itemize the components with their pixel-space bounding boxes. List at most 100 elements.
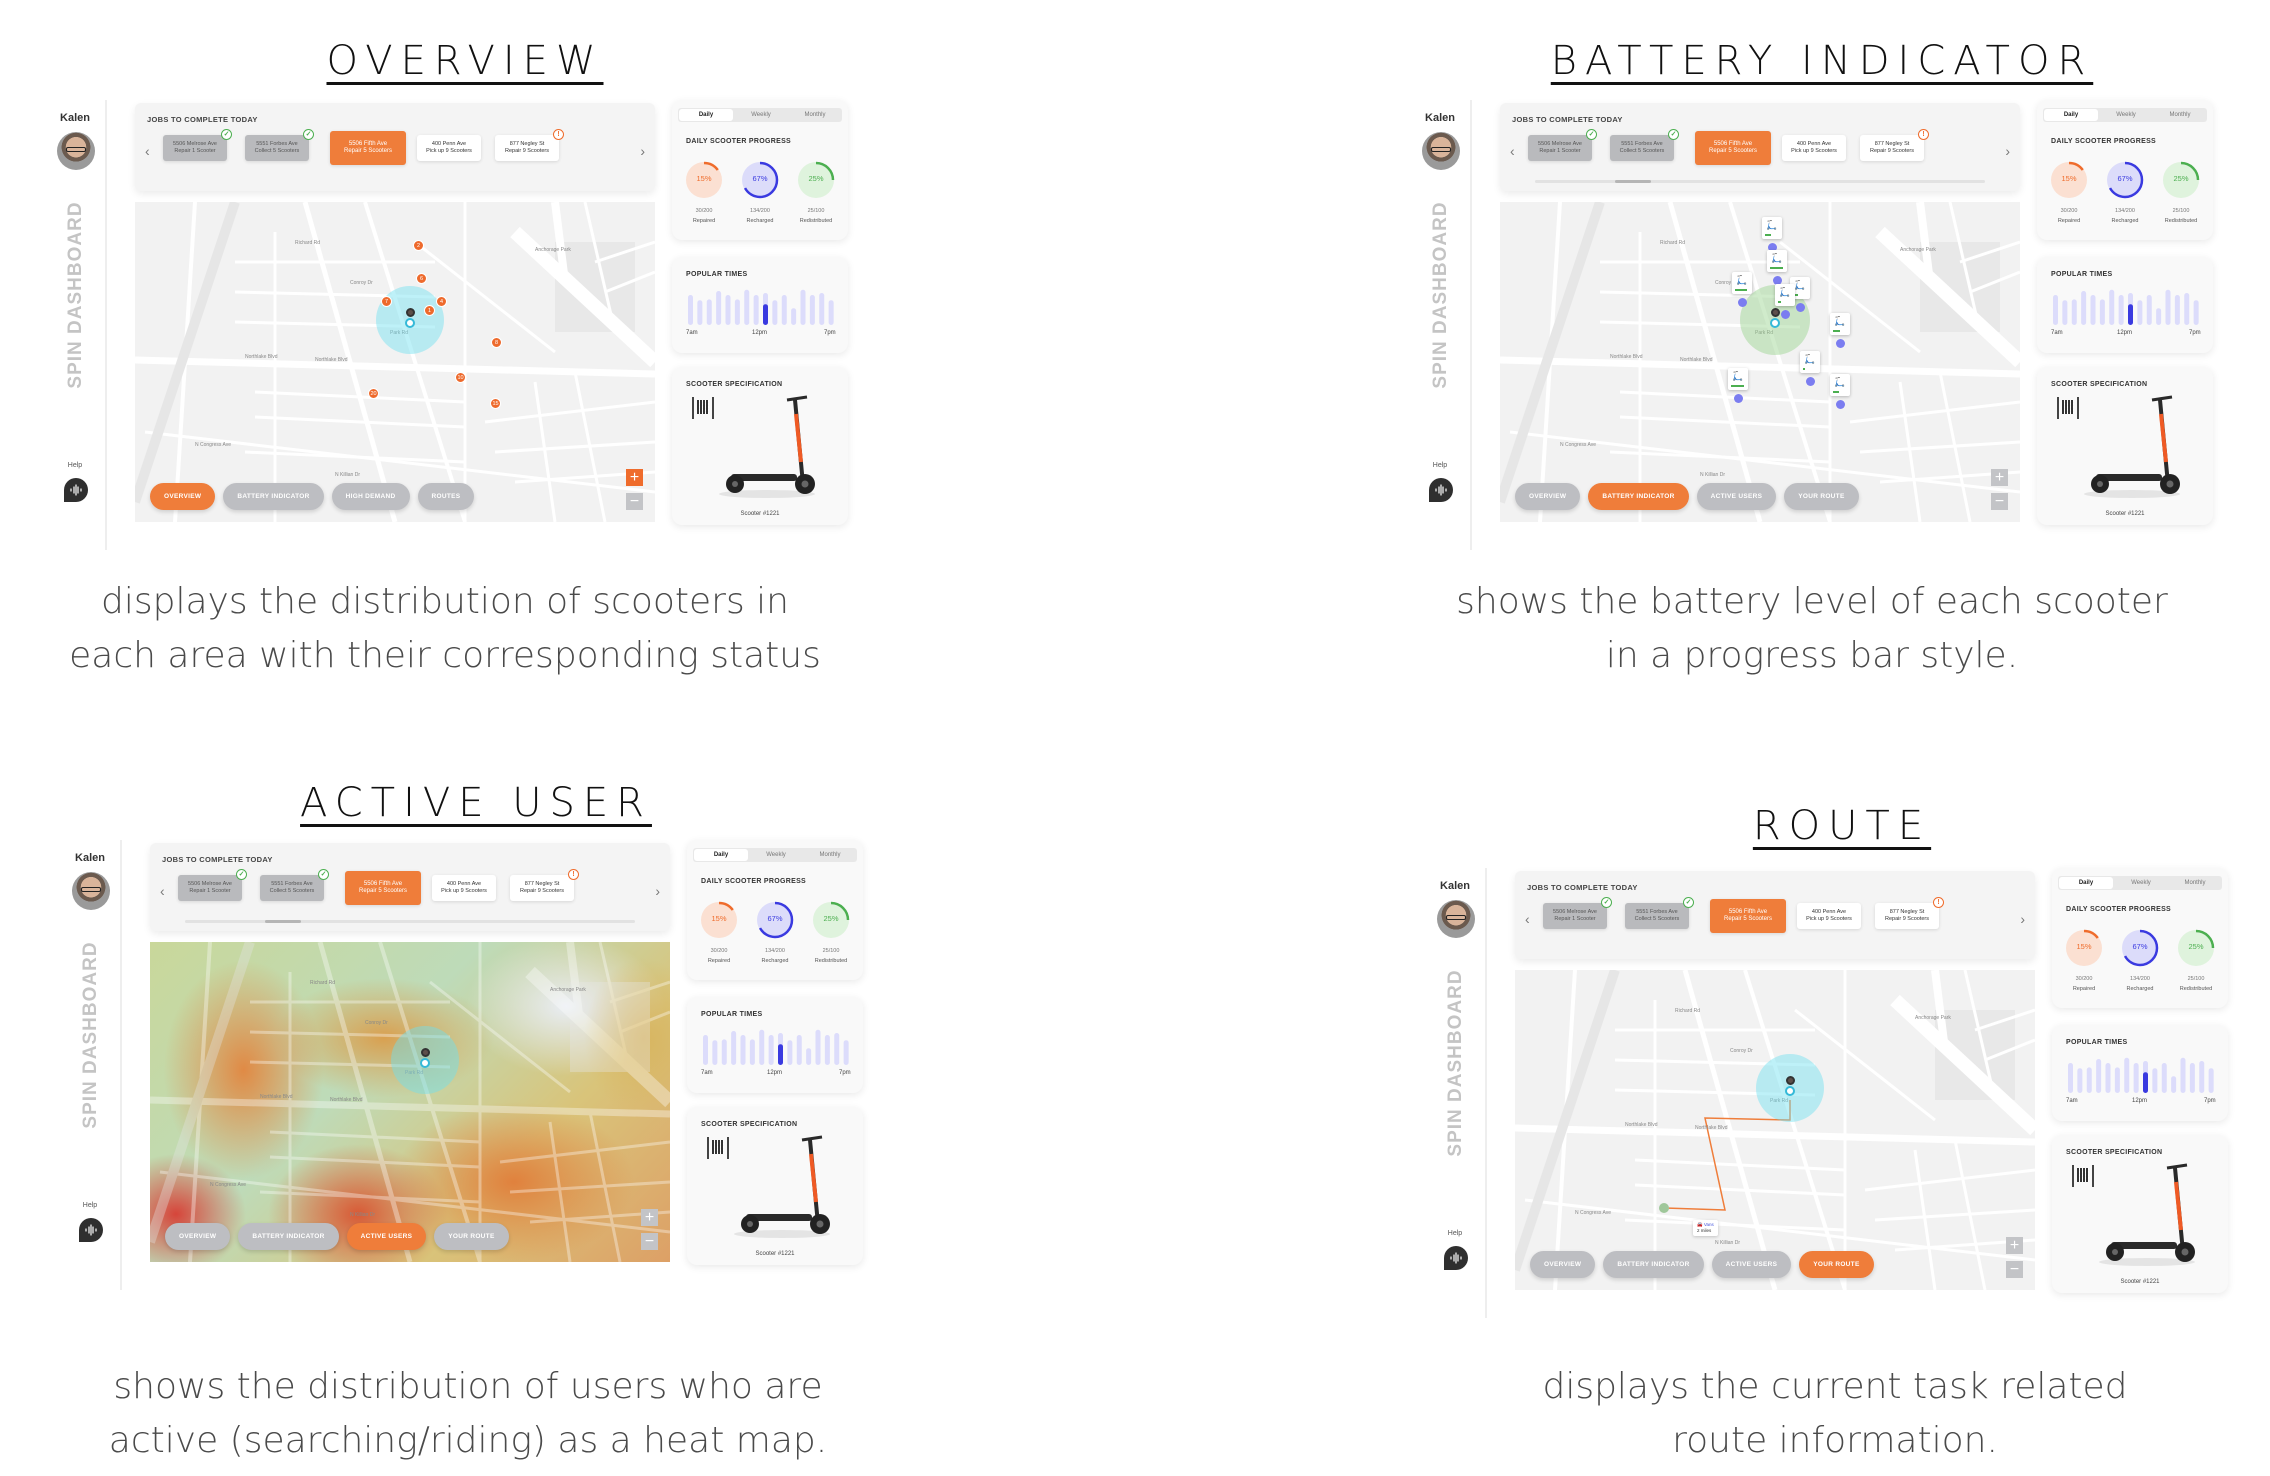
help-chat-icon[interactable] xyxy=(1444,1246,1468,1270)
map[interactable]: Northlake Blvd Northlake Blvd Anchorage Pa… xyxy=(135,202,655,522)
job-card[interactable]: 5506 Fifth Ave Repair 5 Scooters xyxy=(1710,899,1786,933)
avatar[interactable] xyxy=(72,872,110,910)
scooter-count-marker[interactable]: 10 xyxy=(455,372,466,383)
scooter-battery-card[interactable]: 🛴 xyxy=(1732,272,1752,294)
job-card[interactable]: 5551 Forbes Ave Collect 5 Scooters ✓ xyxy=(245,129,314,161)
map-mode-button-battery-indicator[interactable]: BATTERY INDICATOR xyxy=(223,483,324,510)
job-card[interactable]: 5551 Forbes Ave Collect 5 Scooters ✓ xyxy=(260,869,329,901)
help-chat-icon[interactable] xyxy=(64,478,88,502)
jobs-prev-button[interactable]: ‹ xyxy=(1525,911,1530,927)
caption-line: in a progress bar style. xyxy=(1605,635,2019,676)
scooter-count-marker[interactable]: 4 xyxy=(436,296,447,307)
tab-weekly[interactable]: Weekly xyxy=(2099,108,2153,122)
job-card[interactable]: 5506 Fifth Ave Repair 5 Scooters xyxy=(345,871,421,905)
scooter-count-marker[interactable]: 15 xyxy=(490,398,501,409)
tab-daily[interactable]: Daily xyxy=(694,849,748,861)
job-card[interactable]: 400 Penn Ave Pick up 9 Scooters xyxy=(1782,135,1846,161)
zoom-in-button[interactable]: + xyxy=(2006,1237,2023,1254)
scooter-count-marker[interactable]: 7 xyxy=(381,296,392,307)
scooter-count-marker[interactable]: 8 xyxy=(491,337,502,348)
jobs-scroll-thumb[interactable] xyxy=(1615,180,1651,183)
map-mode-button-overview[interactable]: OVERVIEW xyxy=(1515,483,1581,510)
scooter-battery-card[interactable]: 🛴 xyxy=(1775,284,1795,306)
avatar[interactable] xyxy=(1422,132,1460,170)
job-card[interactable]: 5506 Melrose Ave Repair 1 Scooter ✓ xyxy=(1543,897,1612,929)
zoom-out-button[interactable]: − xyxy=(626,493,643,510)
scooter-battery-card[interactable]: 🛴 xyxy=(1830,313,1850,335)
map-mode-button-overview[interactable]: OVERVIEW xyxy=(150,483,216,510)
job-card[interactable]: 5551 Forbes Ave Collect 5 Scooters ✓ xyxy=(1610,129,1679,161)
tab-daily[interactable]: Daily xyxy=(2059,877,2113,889)
map[interactable]: Northlake Blvd Northlake Blvd Anchorage Pa… xyxy=(1515,970,2035,1290)
map-mode-button-active-users[interactable]: ACTIVE USERS xyxy=(346,1223,427,1250)
zoom-out-button[interactable]: − xyxy=(1991,493,2008,510)
jobs-next-button[interactable]: › xyxy=(655,883,660,899)
map-mode-button-battery-indicator[interactable]: BATTERY INDICATOR xyxy=(1603,1251,1704,1278)
tab-monthly[interactable]: Monthly xyxy=(788,108,842,122)
jobs-scrollbar[interactable] xyxy=(1535,180,1985,183)
job-card[interactable]: 5506 Melrose Ave Repair 1 Scooter ✓ xyxy=(1528,129,1597,161)
job-card[interactable]: 877 Negley St Repair 9 Scooters! xyxy=(1875,897,1944,929)
scooter-battery-card[interactable]: 🛴 xyxy=(1800,351,1820,373)
jobs-scroll-thumb[interactable] xyxy=(265,920,301,923)
jobs-prev-button[interactable]: ‹ xyxy=(160,883,165,899)
jobs-next-button[interactable]: › xyxy=(2005,143,2010,159)
job-card[interactable]: 400 Penn Ave Pick up 9 Scooters xyxy=(1797,903,1861,929)
job-card[interactable]: 877 Negley St Repair 9 Scooters! xyxy=(495,129,564,161)
zoom-in-button[interactable]: + xyxy=(1991,469,2008,486)
job-card[interactable]: 400 Penn Ave Pick up 9 Scooters xyxy=(432,875,496,901)
avatar[interactable] xyxy=(57,132,95,170)
scooter-battery-card[interactable]: 🛴 xyxy=(1728,368,1748,390)
map-mode-button-overview[interactable]: OVERVIEW xyxy=(1530,1251,1596,1278)
zoom-in-button[interactable]: + xyxy=(626,469,643,486)
tab-weekly[interactable]: Weekly xyxy=(734,108,788,122)
tab-daily[interactable]: Daily xyxy=(2044,109,2098,121)
scooter-battery-card[interactable]: 🛴 xyxy=(1830,374,1850,396)
help-chat-icon[interactable] xyxy=(79,1218,103,1242)
tab-daily[interactable]: Daily xyxy=(679,109,733,121)
map[interactable]: Northlake Blvd Northlake Blvd Anchorage Pa… xyxy=(1500,202,2020,522)
job-card[interactable]: 5551 Forbes Ave Collect 5 Scooters ✓ xyxy=(1625,897,1694,929)
map-mode-button-high-demand[interactable]: HIGH DEMAND xyxy=(331,483,410,510)
jobs-prev-button[interactable]: ‹ xyxy=(1510,143,1515,159)
map-mode-button-routes[interactable]: ROUTES xyxy=(417,483,475,510)
jobs-next-button[interactable]: › xyxy=(2020,911,2025,927)
jobs-prev-button[interactable]: ‹ xyxy=(145,143,150,159)
zoom-in-button[interactable]: + xyxy=(641,1209,658,1226)
job-card[interactable]: 877 Negley St Repair 9 Scooters! xyxy=(510,869,579,901)
tab-weekly[interactable]: Weekly xyxy=(2114,876,2168,890)
scooter-count-marker[interactable]: 20 xyxy=(368,388,379,399)
zoom-out-button[interactable]: − xyxy=(641,1233,658,1250)
job-card[interactable]: 5506 Fifth Ave Repair 5 Scooters xyxy=(1695,131,1771,165)
map[interactable]: Northlake Blvd Northlake Blvd Anchorage Pa… xyxy=(150,942,670,1262)
map-mode-button-your-route[interactable]: YOUR ROUTE xyxy=(1784,483,1859,510)
zoom-out-button[interactable]: − xyxy=(2006,1261,2023,1278)
scooter-count-marker[interactable]: 1 xyxy=(424,305,435,316)
jobs-next-button[interactable]: › xyxy=(640,143,645,159)
scooter-battery-card[interactable]: 🛴 xyxy=(1762,217,1782,239)
destination-marker[interactable] xyxy=(1659,1203,1669,1213)
map-mode-button-battery-indicator[interactable]: BATTERY INDICATOR xyxy=(238,1223,339,1250)
jobs-scrollbar[interactable] xyxy=(185,920,635,923)
tab-monthly[interactable]: Monthly xyxy=(2168,876,2222,890)
help-chat-icon[interactable] xyxy=(1429,478,1453,502)
tab-monthly[interactable]: Monthly xyxy=(2153,108,2207,122)
map-mode-button-battery-indicator[interactable]: BATTERY INDICATOR xyxy=(1588,483,1689,510)
tab-monthly[interactable]: Monthly xyxy=(803,848,857,862)
map-mode-button-your-route[interactable]: YOUR ROUTE xyxy=(434,1223,509,1250)
scooter-count-marker[interactable]: 2 xyxy=(413,240,424,251)
job-card[interactable]: 5506 Fifth Ave Repair 5 Scooters xyxy=(330,131,406,165)
scooter-spec-card: SCOOTER SPECIFICATION Scooter #1221 xyxy=(672,367,848,525)
map-mode-button-your-route[interactable]: YOUR ROUTE xyxy=(1799,1251,1874,1278)
tab-weekly[interactable]: Weekly xyxy=(749,848,803,862)
scooter-count-marker[interactable]: 6 xyxy=(416,273,427,284)
avatar[interactable] xyxy=(1437,900,1475,938)
map-mode-button-active-users[interactable]: ACTIVE USERS xyxy=(1711,1251,1792,1278)
map-mode-button-active-users[interactable]: ACTIVE USERS xyxy=(1696,483,1777,510)
job-card[interactable]: 400 Penn Ave Pick up 9 Scooters xyxy=(417,135,481,161)
scooter-battery-card[interactable]: 🛴 xyxy=(1767,250,1787,272)
job-card[interactable]: 5506 Melrose Ave Repair 1 Scooter ✓ xyxy=(163,129,232,161)
map-mode-button-overview[interactable]: OVERVIEW xyxy=(165,1223,231,1250)
job-card[interactable]: 5506 Melrose Ave Repair 1 Scooter ✓ xyxy=(178,869,247,901)
job-card[interactable]: 877 Negley St Repair 9 Scooters! xyxy=(1860,129,1929,161)
